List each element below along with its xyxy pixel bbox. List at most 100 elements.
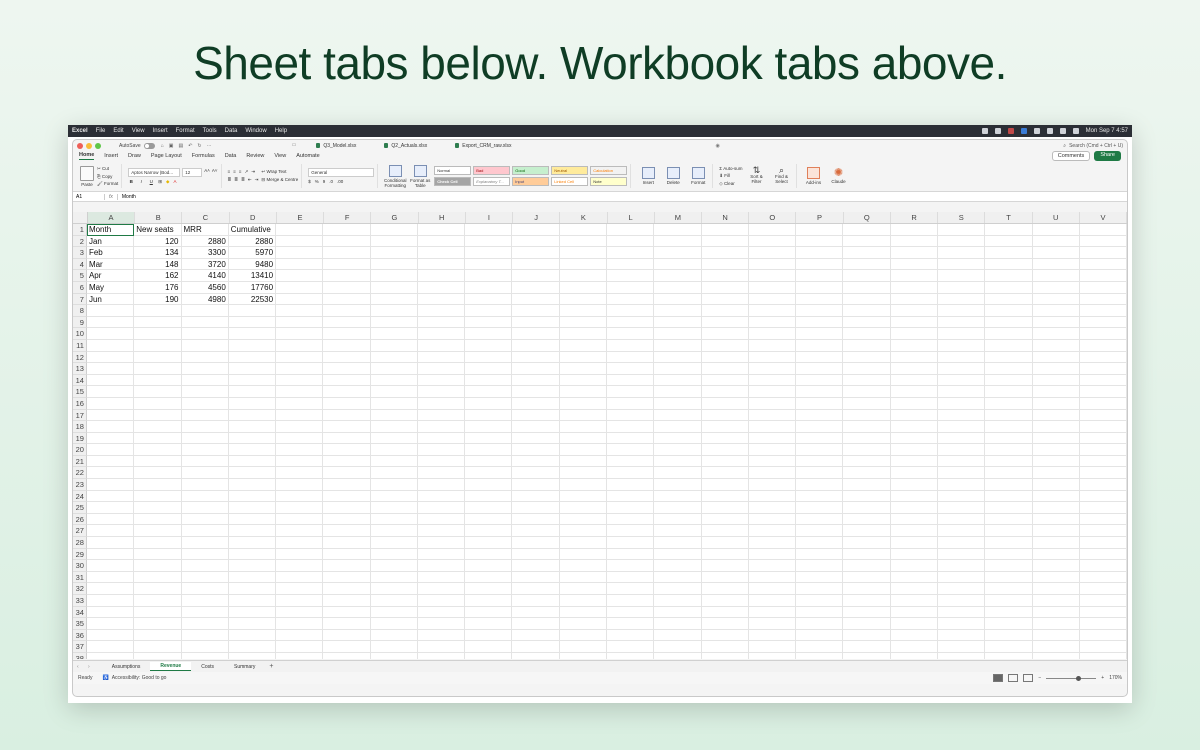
cell[interactable] <box>559 479 608 491</box>
cell[interactable] <box>938 374 986 387</box>
cell[interactable] <box>607 502 655 514</box>
cell[interactable] <box>228 467 277 480</box>
cell[interactable] <box>512 560 560 572</box>
style-linked-cell[interactable]: Linked Cell <box>551 177 589 186</box>
italic-icon[interactable]: I <box>138 179 144 185</box>
cell[interactable] <box>465 455 513 468</box>
cell[interactable] <box>370 502 418 514</box>
cell[interactable] <box>654 363 702 375</box>
row-header[interactable]: 34 <box>73 606 87 619</box>
cell[interactable] <box>843 629 891 642</box>
cell[interactable] <box>181 421 229 433</box>
home-icon[interactable]: ⌂ <box>161 143 164 149</box>
cell[interactable] <box>1079 595 1127 607</box>
cell[interactable] <box>938 502 986 514</box>
cell[interactable] <box>796 606 844 619</box>
cell[interactable] <box>985 421 1033 433</box>
cell[interactable] <box>843 374 891 387</box>
cell[interactable] <box>559 513 608 526</box>
cell[interactable] <box>228 548 277 561</box>
cell[interactable] <box>938 235 986 248</box>
name-box[interactable]: A1 <box>73 193 105 200</box>
cell[interactable] <box>181 455 229 468</box>
cell[interactable] <box>701 537 749 549</box>
cell[interactable] <box>181 305 229 317</box>
cell[interactable] <box>276 479 324 491</box>
cell[interactable] <box>134 571 182 584</box>
cell[interactable] <box>512 595 560 607</box>
cell[interactable] <box>134 560 182 572</box>
cell[interactable] <box>465 490 513 503</box>
cell[interactable] <box>1032 397 1080 410</box>
cell[interactable] <box>748 606 797 619</box>
cell[interactable] <box>228 351 277 364</box>
cell[interactable] <box>607 328 655 340</box>
cell[interactable] <box>985 490 1033 503</box>
page-layout-view-icon[interactable] <box>1008 674 1019 682</box>
cell[interactable] <box>323 421 371 433</box>
cell[interactable] <box>654 606 702 619</box>
cell[interactable] <box>1032 363 1080 375</box>
cell[interactable] <box>607 363 655 375</box>
tab-draw[interactable]: Draw <box>128 153 141 160</box>
cell[interactable] <box>701 560 749 572</box>
sheet-tab-costs[interactable]: Costs <box>191 663 224 671</box>
status-icon[interactable] <box>994 128 1001 134</box>
row-header[interactable]: 4 <box>73 258 87 271</box>
cell[interactable] <box>559 351 608 364</box>
comma-icon[interactable]: 9 <box>323 179 326 184</box>
cell[interactable] <box>417 224 466 236</box>
row-header[interactable]: 5 <box>73 270 87 282</box>
cell[interactable] <box>465 595 513 607</box>
cell[interactable] <box>890 270 938 282</box>
cell[interactable] <box>370 363 418 375</box>
cell[interactable] <box>512 548 560 561</box>
cell[interactable] <box>1032 606 1080 619</box>
cell[interactable]: 9480 <box>228 258 277 271</box>
cell[interactable] <box>985 641 1033 653</box>
cell[interactable]: 162 <box>134 270 182 282</box>
cell[interactable] <box>512 502 560 514</box>
cell[interactable] <box>86 351 135 364</box>
cell[interactable] <box>370 328 418 340</box>
cell[interactable] <box>938 583 986 595</box>
cell[interactable] <box>134 502 182 514</box>
cell[interactable] <box>417 641 466 653</box>
cell[interactable] <box>1032 235 1080 248</box>
cell[interactable] <box>748 328 797 340</box>
cell[interactable] <box>86 479 135 491</box>
cell[interactable] <box>748 293 797 306</box>
cell[interactable] <box>1079 537 1127 549</box>
cell[interactable] <box>370 513 418 526</box>
cell[interactable] <box>985 467 1033 480</box>
cell[interactable] <box>323 351 371 364</box>
cell[interactable] <box>701 571 749 584</box>
page-break-view-icon[interactable] <box>1023 674 1034 682</box>
cell[interactable] <box>417 571 466 584</box>
cell[interactable] <box>985 386 1033 398</box>
cell[interactable] <box>654 455 702 468</box>
cell[interactable] <box>654 409 702 422</box>
cell[interactable] <box>890 571 938 584</box>
cell[interactable] <box>370 339 418 352</box>
cell[interactable] <box>938 224 986 236</box>
cell[interactable] <box>323 270 371 282</box>
cell[interactable] <box>417 490 466 503</box>
cell[interactable] <box>890 629 938 642</box>
cell[interactable] <box>228 421 277 433</box>
cell[interactable] <box>323 409 371 422</box>
row-header[interactable]: 7 <box>73 293 87 306</box>
cell[interactable] <box>417 281 466 294</box>
cell[interactable] <box>417 595 466 607</box>
cell[interactable] <box>512 305 560 317</box>
cell[interactable] <box>938 641 986 653</box>
cell[interactable] <box>370 560 418 572</box>
align-center-icon[interactable]: ≣ <box>234 177 238 183</box>
cell[interactable] <box>1032 293 1080 306</box>
cell[interactable] <box>134 490 182 503</box>
row-header[interactable]: 8 <box>73 305 87 317</box>
cell[interactable] <box>654 421 702 433</box>
cell[interactable] <box>559 595 608 607</box>
cell[interactable] <box>276 351 324 364</box>
fill-color-icon[interactable]: ◆ <box>166 179 169 185</box>
